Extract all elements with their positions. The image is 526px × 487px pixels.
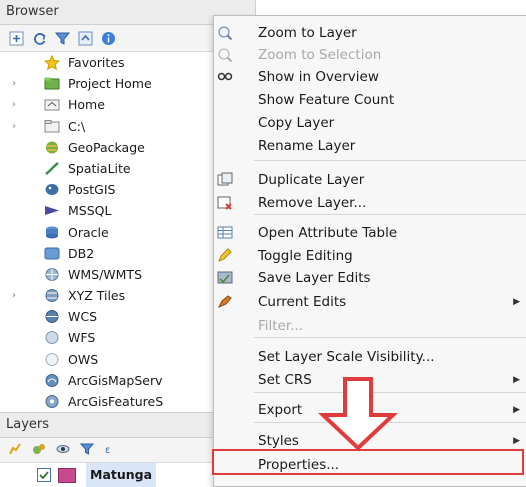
style-icon[interactable] [8, 441, 22, 460]
menu-item-set-layer-scale-visibility[interactable]: Set Layer Scale Visibility... [214, 346, 526, 369]
refresh-icon[interactable] [31, 30, 48, 47]
layer-symbol-swatch [58, 468, 76, 483]
menu-item-label: Rename Layer [258, 138, 356, 154]
svg-text:ε: ε [105, 445, 110, 456]
menu-item-label: Show Feature Count [258, 92, 395, 108]
menu-item-rename-layer[interactable]: Rename Layer [214, 135, 526, 158]
geopackage-icon [44, 140, 60, 155]
db2-icon [44, 246, 60, 261]
browser-item-label: WMS/WMTS [68, 266, 143, 282]
browser-item-label: WCS [68, 309, 98, 325]
remove-icon [217, 195, 236, 212]
layer-visibility-checkbox[interactable] [37, 468, 51, 482]
menu-item-label: Set CRS [258, 372, 312, 388]
menu-item-current-edits[interactable]: Current Edits ▶ [214, 291, 526, 314]
add-icon[interactable] [8, 30, 25, 47]
menu-item-label: Zoom to Layer [258, 25, 357, 41]
zoom-layer-icon [217, 25, 236, 42]
menu-item-label: Zoom to Selection [258, 47, 382, 63]
browser-item-label: ArcGisFeatureS [68, 394, 164, 409]
browser-item-label: SpatiaLite [68, 160, 131, 176]
layers-title-label: Layers [6, 417, 50, 432]
submenu-arrow-icon: ▶ [513, 375, 520, 385]
menu-separator [254, 160, 526, 161]
wms-icon [44, 267, 60, 282]
browser-item-label: PostGIS [68, 182, 116, 198]
wfs-icon [44, 330, 60, 345]
drive-folder-icon [44, 119, 60, 134]
menu-item-zoom-to-selection: Zoom to Selection [214, 44, 526, 67]
mssql-icon [44, 203, 60, 218]
zoom-selection-icon [217, 47, 236, 64]
save-edits-icon [217, 270, 236, 287]
menu-item-label: Remove Layer... [258, 195, 367, 211]
expression-icon[interactable]: ε [104, 441, 118, 460]
menu-item-label: Export [258, 402, 303, 418]
browser-item-label: XYZ Tiles [68, 288, 126, 304]
menu-item-duplicate-layer[interactable]: Duplicate Layer [214, 169, 526, 192]
spatialite-icon [44, 161, 60, 176]
menu-item-show-feature-count[interactable]: Show Feature Count [214, 89, 526, 112]
annotation-arrow-icon [318, 377, 398, 451]
xyz-tiles-icon [44, 288, 60, 303]
menu-item-label: Save Layer Edits [258, 270, 371, 286]
info-icon[interactable] [100, 30, 117, 47]
filter-icon[interactable] [79, 441, 95, 460]
menu-item-remove-layer[interactable]: Remove Layer... [214, 192, 526, 215]
browser-item-label: GeoPackage [68, 139, 145, 155]
collapse-icon[interactable] [77, 30, 94, 47]
menu-item-show-in-overview[interactable]: Show in Overview [214, 66, 526, 89]
browser-item-label: MSSQL [68, 203, 112, 219]
browser-item-label: OWS [68, 351, 99, 367]
overview-icon [217, 69, 236, 86]
browser-item-label: Oracle [68, 224, 109, 240]
menu-item-label: Open Attribute Table [258, 225, 398, 241]
browser-item-label: Home [68, 97, 105, 113]
expand-arrow-icon[interactable]: › [12, 285, 16, 306]
expand-arrow-icon[interactable]: › [12, 116, 16, 137]
menu-item-label: Current Edits [258, 294, 347, 310]
browser-title-label: Browser [6, 4, 59, 19]
visibility-icon[interactable] [56, 441, 70, 460]
browser-item-label: ArcGisMapServ [68, 372, 163, 388]
browser-item-label: Favorites [68, 55, 125, 70]
browser-item-label: WFS [68, 330, 96, 346]
menu-item-copy-layer[interactable]: Copy Layer [214, 112, 526, 135]
menu-item-zoom-to-layer[interactable]: Zoom to Layer [214, 22, 526, 45]
expand-arrow-icon[interactable]: › [12, 94, 16, 115]
menu-item-label: Toggle Editing [258, 248, 353, 264]
star-icon [43, 54, 61, 71]
add-group-icon[interactable] [32, 441, 46, 460]
layer-name[interactable]: Matunga [86, 463, 157, 487]
arcgis-map-icon [44, 373, 60, 388]
menu-item-open-attribute-table[interactable]: Open Attribute Table [214, 222, 526, 245]
browser-item-label: DB2 [68, 245, 95, 261]
current-edits-icon [217, 294, 236, 311]
expand-arrow-icon[interactable]: › [12, 73, 16, 94]
menu-item-label: Duplicate Layer [258, 172, 365, 188]
wcs-icon [44, 309, 60, 324]
ows-icon [44, 352, 60, 367]
submenu-arrow-icon: ▶ [513, 405, 520, 415]
filter-icon[interactable] [54, 30, 71, 47]
menu-item-label: Filter... [258, 318, 304, 334]
menu-item-label: Copy Layer [258, 115, 335, 131]
project-folder-icon [44, 76, 60, 91]
arcgis-feature-icon [44, 394, 60, 409]
properties-highlight-box [212, 449, 524, 475]
menu-item-label: Set Layer Scale Visibility... [258, 349, 435, 365]
home-folder-icon [44, 97, 60, 112]
table-icon [217, 225, 236, 242]
menu-item-label: Show in Overview [258, 69, 379, 85]
duplicate-icon [217, 172, 236, 189]
browser-item-label: Project Home [68, 76, 152, 92]
menu-item-filter: Filter... [214, 315, 526, 338]
postgis-icon [44, 182, 60, 197]
oracle-icon [44, 225, 60, 240]
submenu-arrow-icon: ▶ [513, 297, 520, 307]
menu-item-toggle-editing[interactable]: Toggle Editing [214, 245, 526, 268]
pencil-icon [217, 248, 236, 265]
browser-item-label: C:\ [68, 118, 86, 134]
menu-item-save-layer-edits[interactable]: Save Layer Edits [214, 267, 526, 290]
